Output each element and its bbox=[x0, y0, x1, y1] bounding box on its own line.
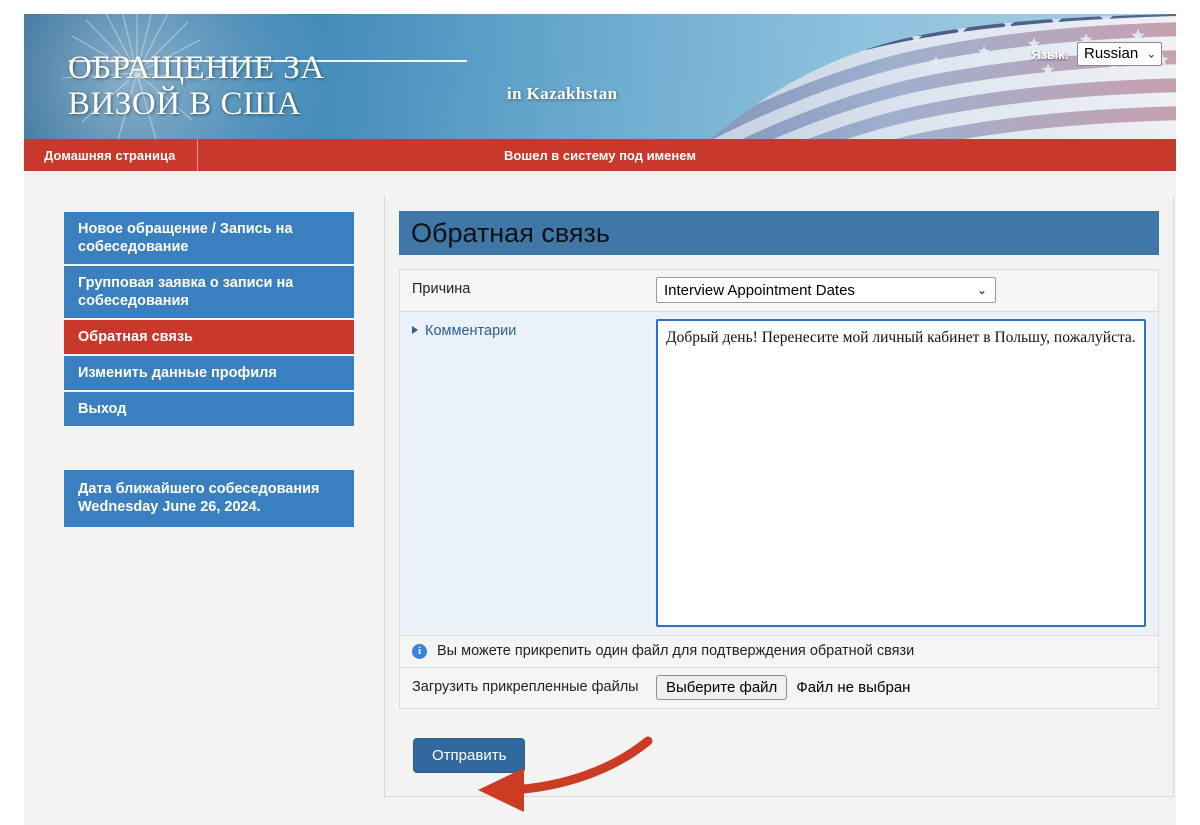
site-container: ОБРАЩЕНИЕ ЗА ВИЗОЙ В США in Kazakhstan Я… bbox=[24, 14, 1176, 825]
sidebar-item-edit-profile[interactable]: Изменить данные профиля bbox=[64, 356, 354, 390]
comments-label-cell: Комментарии bbox=[400, 312, 656, 350]
attachment-info-text: Вы можете прикрепить один файл для подтв… bbox=[437, 643, 915, 659]
site-banner: ОБРАЩЕНИЕ ЗА ВИЗОЙ В США in Kazakhstan Я… bbox=[24, 14, 1176, 139]
language-select[interactable]: Russian bbox=[1077, 42, 1162, 66]
comments-textarea[interactable] bbox=[656, 319, 1146, 627]
submit-button[interactable]: Отправить bbox=[413, 738, 526, 773]
sidebar-item-logout[interactable]: Выход bbox=[64, 392, 354, 426]
reason-select[interactable]: Interview Appointment Dates bbox=[656, 277, 996, 303]
comments-row: Комментарии bbox=[400, 312, 1158, 636]
main-navbar: Домашняя страница Вошел в систему под им… bbox=[24, 139, 1176, 171]
language-label: Язык: bbox=[1031, 46, 1069, 62]
banner-title: ОБРАЩЕНИЕ ЗА ВИЗОЙ В США bbox=[68, 50, 325, 122]
attachment-info-row: i Вы можете прикрепить один файл для под… bbox=[400, 636, 1158, 668]
language-switcher[interactable]: Язык: Russian ⌄ bbox=[1031, 42, 1162, 66]
page-title: Обратная связь bbox=[399, 211, 1159, 255]
next-interview-date-note: Дата ближайшего собеседования Wednesday … bbox=[64, 470, 354, 527]
reason-row: Причина Interview Appointment Dates ⌄ bbox=[400, 270, 1158, 312]
sidebar-nav: Новое обращение / Запись на собеседовани… bbox=[64, 212, 354, 428]
upload-row: Загрузить прикрепленные файлы Выберите ф… bbox=[400, 668, 1158, 709]
upload-label: Загрузить прикрепленные файлы bbox=[412, 679, 639, 695]
banner-subtitle: in Kazakhstan bbox=[507, 84, 618, 103]
choose-file-button[interactable]: Выберите файл bbox=[656, 675, 788, 700]
feedback-panel: Обратная связь Причина Interview Appoint… bbox=[384, 197, 1174, 797]
reason-label: Причина bbox=[412, 281, 471, 297]
content-area: Новое обращение / Запись на собеседовани… bbox=[24, 171, 1176, 825]
nav-home-link[interactable]: Домашняя страница bbox=[24, 139, 199, 171]
triangle-right-icon bbox=[412, 326, 418, 334]
upload-field: Выберите файл Файл не выбран bbox=[656, 668, 1158, 708]
reason-field: Interview Appointment Dates ⌄ bbox=[656, 270, 1158, 311]
info-icon: i bbox=[412, 643, 427, 659]
comments-label: Комментарии bbox=[425, 323, 517, 339]
comments-field bbox=[656, 312, 1158, 635]
us-flag-image bbox=[616, 14, 1176, 139]
file-status-text: Файл не выбран bbox=[796, 679, 911, 696]
sidebar-item-new-application[interactable]: Новое обращение / Запись на собеседовани… bbox=[64, 212, 354, 264]
sidebar-item-feedback[interactable]: Обратная связь bbox=[64, 320, 354, 354]
screenshot-root: ОБРАЩЕНИЕ ЗА ВИЗОЙ В США in Kazakhstan Я… bbox=[0, 0, 1200, 825]
sidebar-item-group-application[interactable]: Групповая заявка о записи на собеседован… bbox=[64, 266, 354, 318]
feedback-form: Причина Interview Appointment Dates ⌄ Ко… bbox=[399, 269, 1159, 709]
